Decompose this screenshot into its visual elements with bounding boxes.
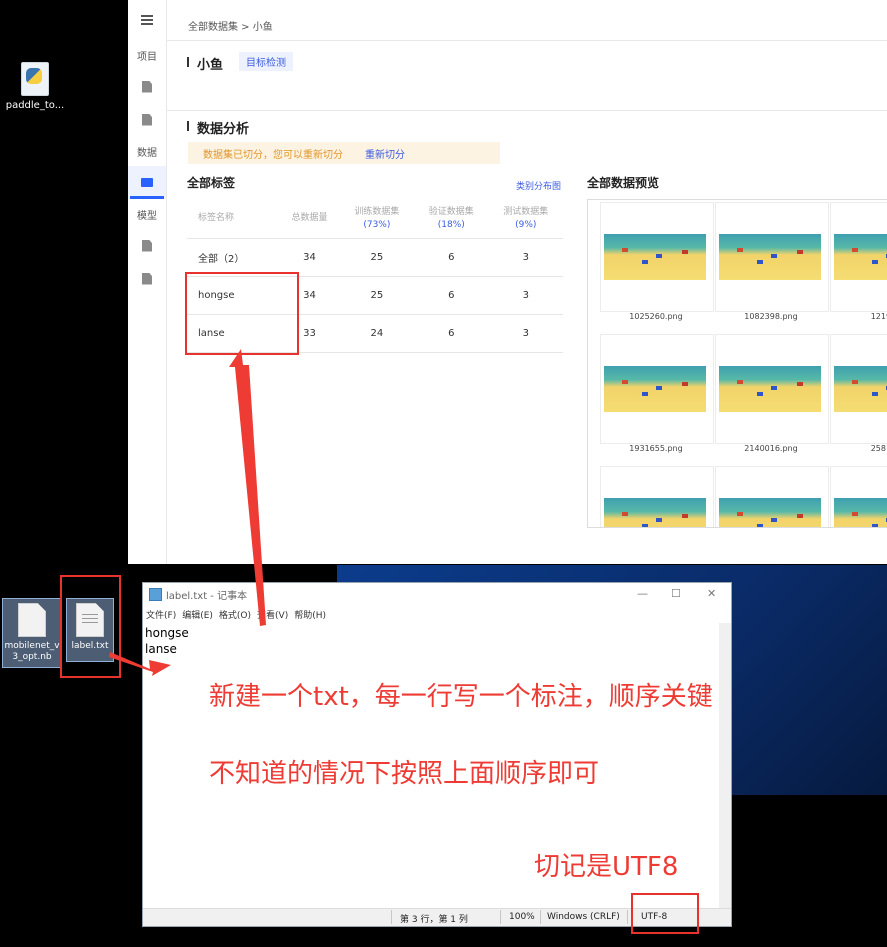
minimize-button[interactable]: — [637,587,648,600]
desktop-icon-mobilenet[interactable]: mobilenet_v3_opt.nb [2,598,62,668]
desktop-icon-paddle[interactable]: paddle_to... [0,62,70,111]
vertical-scrollbar[interactable] [719,623,731,909]
preview-grid: 1025260.png 1082398.png 121934 1931655.p… [587,199,887,528]
sidebar-item-model-2[interactable] [128,262,166,295]
close-button[interactable]: ✕ [707,587,716,600]
notepad-text-area[interactable]: hongse lanse [145,625,189,657]
menu-view[interactable]: 查看(V) [257,608,288,621]
annotation-box-encoding [631,893,699,934]
cell-total: 34 [279,238,340,277]
cell-label: 全部（2） [187,238,280,277]
annotation-text-3: 切记是UTF8 [534,852,679,882]
preview-thumbnail[interactable]: 1931655.png [600,334,714,453]
notepad-menubar: 文件(F) 编辑(E) 格式(O) 查看(V) 帮助(H) [143,605,731,623]
preview-thumbnail[interactable]: 2140016.png [715,334,829,453]
dataset-title: 小鱼 [187,54,223,73]
thumbnail-image [604,498,706,527]
split-notice: 数据集已切分，您可以重新切分 重新切分 [188,142,500,164]
status-line-ending: Windows (CRLF) [547,912,620,922]
menu-format[interactable]: 格式(O) [219,608,251,621]
thumbnail-caption: 1931655.png [629,444,683,453]
notepad-title: label.txt - 记事本 [166,590,248,602]
column-header-train: 训练数据集 (73%) [339,199,415,239]
divider [166,40,887,41]
sidebar-section-project: 项目 [137,51,157,63]
breadcrumb[interactable]: 全部数据集 > 小鱼 [188,18,273,33]
thumbnail-caption: 1025260.png [629,312,683,321]
sidebar-item-project-1[interactable] [128,70,166,103]
document-icon [142,80,152,93]
preview-thumbnail[interactable]: 258177 [830,334,887,453]
thumbnail-image [719,498,821,527]
sidebar-item-project-2[interactable] [128,103,166,136]
document-icon [142,272,152,285]
status-position: 第 3 行，第 1 列 [400,915,468,925]
desktop-icon-label: paddle_to... [5,100,65,111]
thumbnail-image [604,234,706,280]
thumbnail-image [834,498,887,527]
menu-file[interactable]: 文件(F) [146,608,176,621]
thumbnail-caption: 258177 [870,444,887,453]
menu-toggle[interactable] [128,0,166,40]
analysis-title: 数据分析 [187,118,249,137]
annotation-text-2: 不知道的情况下按照上面顺序即可 [209,759,600,789]
cell-train: 24 [339,314,415,353]
annotation-text-1: 新建一个txt，每一行写一个标注，顺序关键 [209,682,713,712]
preview-thumbnail[interactable]: 121934 [830,202,887,321]
status-zoom: 100% [509,912,535,922]
thumbnail-caption: 2140016.png [744,444,798,453]
cell-test: 3 [488,238,563,277]
cell-val: 6 [414,276,489,315]
preview-thumbnail[interactable]: 1025260.png [600,202,714,321]
thumbnail-image [719,234,821,280]
table-row: 全部（2） 34 25 6 3 [187,238,563,277]
thumbnail-image [604,366,706,412]
maximize-button[interactable]: ☐ [671,587,681,600]
python-file-icon [21,62,49,96]
notice-text: 数据集已切分，您可以重新切分 [203,149,343,161]
cell-train: 25 [339,276,415,315]
preview-thumbnail[interactable] [600,466,714,527]
menu-edit[interactable]: 编辑(E) [182,608,213,621]
dataset-type-tag: 目标检测 [239,52,293,71]
column-header-label: 标签名称 [187,199,280,239]
preview-thumbnail[interactable]: 1082398.png [715,202,829,321]
table-header-row: 标签名称 总数据量 训练数据集 (73%) 验证数据集 (18%) 测试数据集 (9%… [187,199,563,239]
cell-train: 25 [339,238,415,277]
cell-val: 6 [414,314,489,353]
desktop-icon-label: mobilenet_v3_opt.nb [4,641,60,662]
thumbnail-image [834,234,887,280]
sidebar: 项目 数据 模型 [128,0,167,564]
notepad-icon [149,587,162,601]
preview-thumbnail[interactable] [715,466,829,527]
sidebar-item-data-analysis[interactable] [128,166,166,199]
cell-val: 6 [414,238,489,277]
column-header-total: 总数据量 [279,199,340,239]
labels-title: 全部标签 [187,176,236,190]
sidebar-section-data: 数据 [137,147,157,159]
menu-help[interactable]: 帮助(H) [294,608,326,621]
distribution-link[interactable]: 类别分布图 [516,179,561,192]
cell-test: 3 [488,314,563,353]
chart-icon [141,178,153,187]
thumbnail-image [834,366,887,412]
preview-title: 全部数据预览 [587,176,660,190]
file-icon [18,603,46,637]
column-header-test: 测试数据集 (9%) [488,199,563,239]
document-icon [142,239,152,252]
column-header-val: 验证数据集 (18%) [414,199,489,239]
resplit-link[interactable]: 重新切分 [365,146,405,161]
sidebar-item-model-1[interactable] [128,229,166,262]
annotation-box-labels [185,272,299,355]
sidebar-section-model: 模型 [137,210,157,222]
thumbnail-caption: 121934 [870,312,887,321]
thumbnail-caption: 1082398.png [744,312,798,321]
cell-test: 3 [488,276,563,315]
annotation-box-file [60,575,121,678]
thumbnail-image [719,366,821,412]
preview-thumbnail[interactable] [830,466,887,527]
menu-icon [141,15,153,25]
divider [166,110,887,111]
document-icon [142,113,152,126]
